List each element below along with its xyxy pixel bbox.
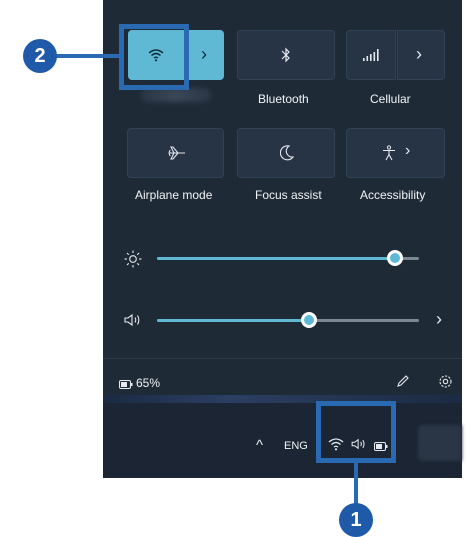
speaker-icon[interactable] [124,313,142,329]
edit-pencil-icon[interactable] [396,374,410,390]
callout-connector-line [56,54,120,58]
callout-badge-2: 2 [23,39,57,73]
callout-connector-line [354,463,358,505]
panel-divider [103,358,462,359]
airplane-mode-button[interactable] [127,128,224,178]
clock-blurred [418,425,462,461]
brightness-icon [124,250,142,270]
chevron-right-icon: › [416,44,422,64]
show-hidden-icons-chevron[interactable]: ^ [256,438,263,453]
cellular-expand-button[interactable]: › [397,30,445,80]
airplane-icon [168,145,186,163]
chevron-right-icon: › [201,44,207,64]
bluetooth-icon [280,47,292,65]
volume-slider-thumb[interactable] [300,312,317,328]
battery-percentage: 65% [136,376,161,390]
network-name-blurred [141,88,211,102]
cellular-signal-icon [363,49,379,63]
chevron-right-icon: › [405,142,411,159]
callout-highlight-wifi-tile [119,24,189,90]
airplane-mode-label: Airplane mode [135,188,213,202]
battery-icon [119,378,133,391]
callout-badge-1: 1 [339,503,373,537]
cellular-label: Cellular [370,92,411,106]
brightness-slider-fill [157,257,396,260]
bluetooth-toggle-button[interactable] [237,30,335,80]
taskbar [103,403,462,478]
accessibility-icon [381,145,397,163]
input-language-indicator[interactable]: ENG [284,440,308,452]
cellular-toggle-button[interactable] [346,30,396,80]
accessibility-button[interactable]: › [346,128,445,178]
settings-gear-icon[interactable] [438,374,453,391]
focus-assist-button[interactable] [237,128,335,178]
bluetooth-label: Bluetooth [258,92,309,106]
wifi-expand-button[interactable]: › [186,30,224,80]
focus-assist-label: Focus assist [255,188,322,202]
moon-icon [279,145,295,163]
callout-highlight-system-tray [316,401,396,463]
volume-output-chevron-icon[interactable]: › [436,310,442,328]
accessibility-label: Accessibility [360,188,426,202]
volume-slider-fill [157,319,309,322]
